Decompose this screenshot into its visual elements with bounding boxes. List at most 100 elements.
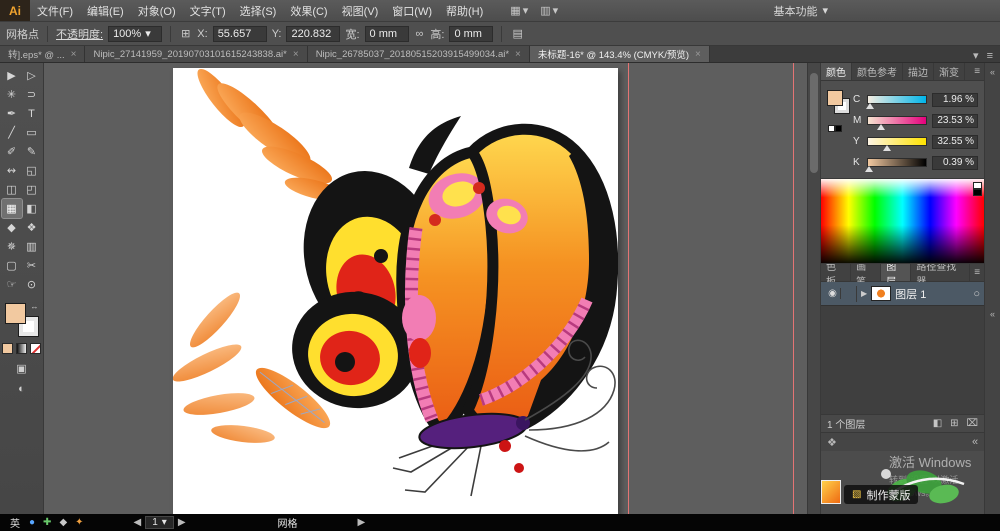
artboard-number-field[interactable]: 1 ▾ xyxy=(145,516,174,529)
scrollbar-thumb[interactable] xyxy=(810,73,818,173)
rectangle-tool[interactable]: ▭ xyxy=(22,123,42,142)
collapse-dock-icon[interactable]: « xyxy=(972,436,978,448)
taskbar-app-icon-2[interactable]: ✚ xyxy=(39,517,55,528)
canvas[interactable] xyxy=(44,63,820,514)
layer-name[interactable]: 图层 1 xyxy=(895,286,926,302)
app-logo[interactable]: Ai xyxy=(0,0,30,21)
close-icon[interactable]: × xyxy=(293,49,299,60)
menu-help[interactable]: 帮助(H) xyxy=(439,0,490,21)
width-field[interactable]: 0 mm xyxy=(364,25,409,42)
menu-effect[interactable]: 效果(C) xyxy=(283,0,334,21)
slider-handle[interactable] xyxy=(865,166,874,172)
previous-artboard-icon[interactable]: ◀ xyxy=(134,517,142,528)
free-transform-tool[interactable]: ◱ xyxy=(22,161,42,180)
black-slider[interactable] xyxy=(865,158,928,172)
taskbar-app-icon-3[interactable]: ◆ xyxy=(55,517,71,528)
menu-select[interactable]: 选择(S) xyxy=(233,0,284,21)
close-icon[interactable]: × xyxy=(71,49,77,60)
document-layout-icon[interactable]: ▥ ▾ xyxy=(540,4,558,17)
selection-tool[interactable]: ▶ xyxy=(2,66,22,85)
drawing-mode-icon[interactable]: ▣ xyxy=(16,362,26,375)
lock-toggle-cell[interactable] xyxy=(845,285,857,302)
slider-handle[interactable] xyxy=(882,145,891,151)
opacity-label[interactable]: 不透明度: xyxy=(56,26,103,42)
fill-color-swatch[interactable] xyxy=(4,303,26,324)
color-spectrum[interactable] xyxy=(821,178,985,264)
tab-color[interactable]: 颜色 xyxy=(821,63,852,80)
make-clipping-mask-icon[interactable]: ◧ xyxy=(933,418,942,429)
yellow-slider[interactable] xyxy=(867,137,928,151)
paintbrush-tool[interactable]: ✐ xyxy=(2,142,22,161)
blend-tool[interactable]: ❖ xyxy=(22,218,42,237)
document-tab-1[interactable]: 转].eps* @ ... × xyxy=(0,46,86,62)
taskbar-app-icon-4[interactable]: ✦ xyxy=(71,517,87,528)
type-tool[interactable]: T xyxy=(22,104,42,123)
height-field[interactable]: 0 mm xyxy=(449,25,494,42)
arrange-documents-icon[interactable]: ▦ ▾ xyxy=(510,4,528,17)
language-indicator[interactable]: 英 xyxy=(5,515,25,530)
fill-color-proxy[interactable] xyxy=(827,90,843,106)
tab-pathfinder[interactable]: 路径查找器 xyxy=(911,262,971,288)
link-icon[interactable]: ∞ xyxy=(414,28,426,40)
scroll-right-icon[interactable]: ▶ xyxy=(358,517,366,528)
tab-overflow-caret-icon[interactable]: ▾ xyxy=(973,49,979,62)
vertical-scrollbar[interactable] xyxy=(807,63,820,514)
layer-target-icon[interactable]: ○ xyxy=(973,288,980,300)
tab-stroke[interactable]: 描边 xyxy=(903,63,934,80)
collapsed-panel-row[interactable]: ❖ « xyxy=(821,432,985,451)
mesh-tool[interactable]: ▦ xyxy=(0,198,23,219)
menu-object[interactable]: 对象(O) xyxy=(131,0,183,21)
slider-handle[interactable] xyxy=(877,124,886,130)
magenta-slider[interactable] xyxy=(867,116,928,130)
collapse-dock-icon[interactable]: « xyxy=(990,67,995,77)
slice-tool[interactable]: ✂ xyxy=(22,256,42,275)
close-icon[interactable]: × xyxy=(695,49,701,60)
layer-row[interactable]: ◉ ▶ 图层 1 ○ xyxy=(821,282,985,306)
layer-thumbnail[interactable] xyxy=(871,286,892,301)
artboard[interactable] xyxy=(173,68,618,514)
visibility-eye-icon[interactable]: ◉ xyxy=(825,288,841,299)
width-tool[interactable]: ↭ xyxy=(2,161,22,180)
eyedropper-tool[interactable]: ◆ xyxy=(2,218,22,237)
pencil-tool[interactable]: ✎ xyxy=(22,142,42,161)
swap-fill-stroke-icon[interactable]: ↔ xyxy=(31,302,39,311)
color-mode-button[interactable] xyxy=(2,343,13,354)
gradient-mode-button[interactable] xyxy=(16,343,27,354)
next-artboard-icon[interactable]: ▶ xyxy=(178,517,186,528)
pen-tool[interactable]: ✒ xyxy=(2,104,22,123)
shape-builder-tool[interactable]: ◫ xyxy=(2,180,22,199)
x-field[interactable]: 55.657 xyxy=(212,25,267,42)
lasso-tool[interactable]: ⊃ xyxy=(22,85,42,104)
panel-menu-icon[interactable]: ≡ xyxy=(970,63,984,80)
yellow-value-field[interactable]: 32.55 % xyxy=(932,134,979,149)
document-tab-4-active[interactable]: 未标题-16* @ 143.4% (CMYK/预览) × xyxy=(529,46,710,62)
tab-swatches[interactable]: 色板 xyxy=(821,262,852,288)
slider-handle[interactable] xyxy=(865,103,874,109)
delete-layer-icon[interactable]: ⌧ xyxy=(967,418,979,429)
tab-menu-icon[interactable]: ≡ xyxy=(987,50,993,62)
reference-point-icon[interactable]: ⊞ xyxy=(179,27,192,40)
menu-type[interactable]: 文字(T) xyxy=(183,0,233,21)
menu-edit[interactable]: 编辑(E) xyxy=(80,0,131,21)
column-graph-tool[interactable]: ▥ xyxy=(22,237,42,256)
line-tool[interactable]: ╱ xyxy=(2,123,22,142)
tab-brushes[interactable]: 画笔 xyxy=(851,262,882,288)
menu-view[interactable]: 视图(V) xyxy=(335,0,386,21)
panel-menu-icon[interactable]: ≡ xyxy=(970,264,984,281)
perspective-grid-tool[interactable]: ◰ xyxy=(22,180,42,199)
default-bw-swatches[interactable] xyxy=(828,125,842,132)
workspace-switcher[interactable]: 基本功能 ▾ xyxy=(773,0,828,21)
taskbar-app-icon-1[interactable]: ● xyxy=(25,517,39,528)
black-value-field[interactable]: 0.39 % xyxy=(932,155,979,170)
direct-selection-tool[interactable]: ▷ xyxy=(22,66,42,85)
magenta-value-field[interactable]: 23.53 % xyxy=(932,113,979,128)
opacity-field[interactable]: 100% ▾ xyxy=(108,25,163,42)
close-icon[interactable]: × xyxy=(515,49,521,60)
collapse-dock-icon[interactable]: « xyxy=(990,309,995,319)
menu-window[interactable]: 窗口(W) xyxy=(385,0,439,21)
none-mode-button[interactable] xyxy=(30,343,41,354)
document-tab-2[interactable]: Nipic_27141959_20190703101615243838.ai* … xyxy=(85,46,308,62)
document-tab-3[interactable]: Nipic_26785037_20180515203915499034.ai* … xyxy=(307,46,530,62)
screen-mode-icon[interactable]: ◐ xyxy=(18,383,25,395)
zoom-tool[interactable]: ⊙ xyxy=(22,275,42,294)
